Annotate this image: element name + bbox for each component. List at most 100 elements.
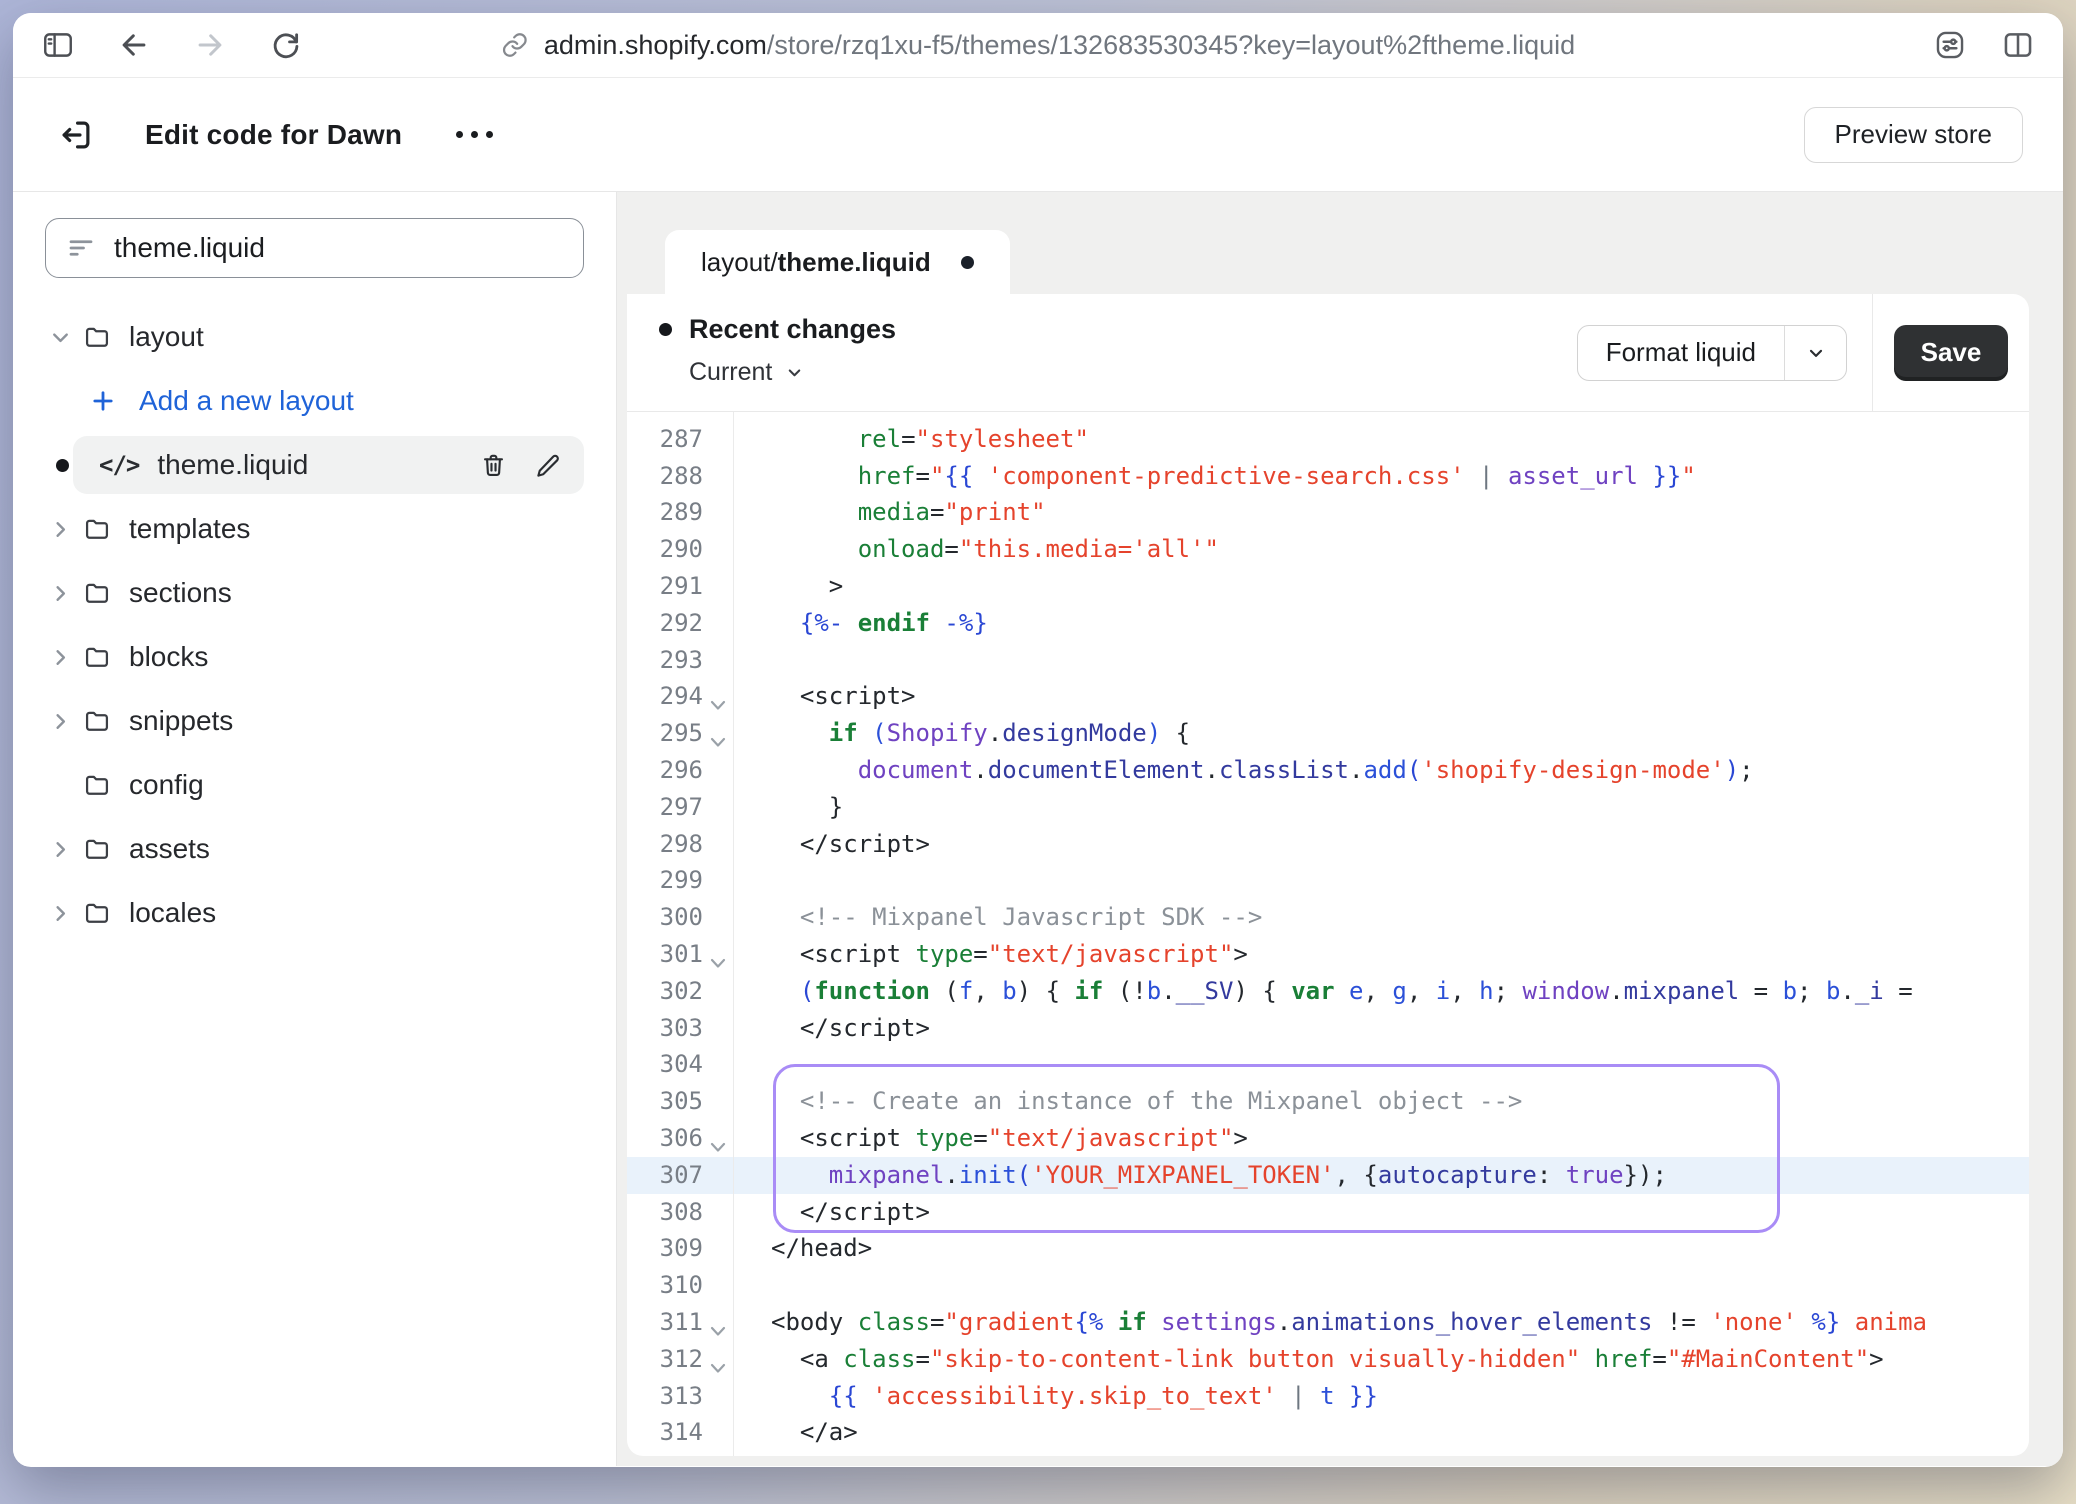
line-number[interactable]: 302 — [627, 973, 733, 1010]
address-bar[interactable]: admin.shopify.com/store/rzq1xu-f5/themes… — [501, 30, 1575, 61]
code-line-290[interactable]: 290 onload="this.media='all'" — [627, 531, 2029, 568]
chevron-right-icon[interactable] — [45, 710, 83, 733]
code-line-312[interactable]: 312 <a class="skip-to-content-link butto… — [627, 1341, 2029, 1378]
fold-chevron-icon[interactable] — [710, 1326, 726, 1337]
code-line-292[interactable]: 292 {%- endif -%} — [627, 605, 2029, 642]
version-dropdown[interactable]: Current — [689, 358, 1577, 387]
code-line-304[interactable]: 304 — [627, 1046, 2029, 1083]
code-line-306[interactable]: 306 <script type="text/javascript"> — [627, 1120, 2029, 1157]
tree-item-assets[interactable]: assets — [45, 817, 584, 881]
tree-item-snippets[interactable]: snippets — [45, 689, 584, 753]
browser-settings-icon[interactable] — [1933, 28, 1967, 62]
line-number[interactable]: 300 — [627, 899, 733, 936]
fold-chevron-icon[interactable] — [710, 1363, 726, 1374]
code-line-303[interactable]: 303 </script> — [627, 1010, 2029, 1047]
line-number[interactable]: 310 — [627, 1267, 733, 1304]
code-line-287[interactable]: 287 rel="stylesheet" — [627, 421, 2029, 458]
code-line-307[interactable]: 307 mixpanel.init('YOUR_MIXPANEL_TOKEN',… — [627, 1157, 2029, 1194]
tree-item-config[interactable]: config — [45, 753, 584, 817]
line-number[interactable]: 314 — [627, 1414, 733, 1451]
line-number[interactable]: 291 — [627, 568, 733, 605]
line-number[interactable]: 293 — [627, 642, 733, 679]
split-view-icon[interactable] — [2001, 28, 2035, 62]
line-number[interactable]: 309 — [627, 1230, 733, 1267]
code-line-288[interactable]: 288 href="{{ 'component-predictive-searc… — [627, 458, 2029, 495]
chevron-right-icon[interactable] — [45, 646, 83, 669]
line-number[interactable]: 288 — [627, 458, 733, 495]
code-line-308[interactable]: 308 </script> — [627, 1194, 2029, 1231]
chevron-right-icon[interactable] — [45, 582, 83, 605]
chevron-down-icon[interactable] — [45, 326, 83, 349]
fold-chevron-icon[interactable] — [710, 700, 726, 711]
line-number[interactable]: 294 — [627, 678, 733, 715]
line-number[interactable]: 311 — [627, 1304, 733, 1341]
format-options-button[interactable] — [1784, 326, 1846, 380]
sidebar-toggle-icon[interactable] — [41, 28, 75, 62]
search-input[interactable] — [114, 232, 563, 264]
code-editor[interactable]: 286 <link287 rel="stylesheet"288 href="{… — [627, 412, 2029, 1456]
line-number[interactable]: 307 — [627, 1157, 733, 1194]
code-line-310[interactable]: 310 — [627, 1267, 2029, 1304]
pencil-icon[interactable] — [535, 452, 562, 479]
line-number[interactable]: 306 — [627, 1120, 733, 1157]
code-line-313[interactable]: 313 {{ 'accessibility.skip_to_text' | t … — [627, 1378, 2029, 1415]
line-number[interactable]: 286 — [627, 412, 733, 421]
chevron-right-icon[interactable] — [45, 902, 83, 925]
code-line-293[interactable]: 293 — [627, 642, 2029, 679]
chevron-right-icon[interactable] — [45, 518, 83, 541]
code-line-296[interactable]: 296 document.documentElement.classList.a… — [627, 752, 2029, 789]
reload-icon[interactable] — [269, 28, 303, 62]
tree-item-layout[interactable]: layout — [45, 305, 584, 369]
code-line-305[interactable]: 305 <!-- Create an instance of the Mixpa… — [627, 1083, 2029, 1120]
chevron-right-icon[interactable] — [45, 838, 83, 861]
file-search[interactable] — [45, 218, 584, 278]
preview-store-button[interactable]: Preview store — [1804, 107, 2024, 163]
line-number[interactable]: 312 — [627, 1341, 733, 1378]
more-actions-icon[interactable] — [446, 121, 503, 148]
back-icon[interactable] — [117, 28, 151, 62]
code-line-291[interactable]: 291 > — [627, 568, 2029, 605]
trash-icon[interactable] — [480, 452, 507, 479]
fold-chevron-icon[interactable] — [710, 1142, 726, 1153]
selected-file-row[interactable]: </>theme.liquid — [73, 436, 584, 494]
tree-item-theme-liquid[interactable]: </>theme.liquid — [45, 433, 584, 497]
code-line-302[interactable]: 302 (function (f, b) { if (!b.__SV) { va… — [627, 973, 2029, 1010]
code-line-311[interactable]: 311<body class="gradient{% if settings.a… — [627, 1304, 2029, 1341]
fold-chevron-icon[interactable] — [710, 737, 726, 748]
save-button[interactable]: Save — [1894, 325, 2009, 381]
line-number[interactable]: 297 — [627, 789, 733, 826]
tree-item-sections[interactable]: sections — [45, 561, 584, 625]
line-number[interactable]: 296 — [627, 752, 733, 789]
code-line-294[interactable]: 294 <script> — [627, 678, 2029, 715]
line-number[interactable]: 299 — [627, 862, 733, 899]
tree-item-add-a-new-layout[interactable]: Add a new layout — [45, 369, 584, 433]
code-line-289[interactable]: 289 media="print" — [627, 494, 2029, 531]
code-line-300[interactable]: 300 <!-- Mixpanel Javascript SDK --> — [627, 899, 2029, 936]
line-number[interactable]: 313 — [627, 1378, 733, 1415]
fold-chevron-icon[interactable] — [710, 958, 726, 969]
line-number[interactable]: 289 — [627, 494, 733, 531]
line-number[interactable]: 303 — [627, 1010, 733, 1047]
tree-item-blocks[interactable]: blocks — [45, 625, 584, 689]
format-liquid-button[interactable]: Format liquid — [1578, 326, 1784, 380]
line-number[interactable]: 292 — [627, 605, 733, 642]
line-number[interactable]: 305 — [627, 1083, 733, 1120]
line-number[interactable]: 295 — [627, 715, 733, 752]
exit-editor-icon[interactable] — [57, 116, 95, 154]
code-line-286[interactable]: 286 <link — [627, 412, 2029, 421]
line-number[interactable]: 298 — [627, 826, 733, 863]
line-number[interactable]: 308 — [627, 1194, 733, 1231]
line-number[interactable]: 290 — [627, 531, 733, 568]
tab-theme-liquid[interactable]: layout/theme.liquid — [665, 230, 1010, 295]
code-line-301[interactable]: 301 <script type="text/javascript"> — [627, 936, 2029, 973]
tree-item-templates[interactable]: templates — [45, 497, 584, 561]
code-line-314[interactable]: 314 </a> — [627, 1414, 2029, 1451]
tree-item-locales[interactable]: locales — [45, 881, 584, 945]
line-number[interactable]: 301 — [627, 936, 733, 973]
code-line-295[interactable]: 295 if (Shopify.designMode) { — [627, 715, 2029, 752]
line-number[interactable]: 287 — [627, 421, 733, 458]
forward-icon[interactable] — [193, 28, 227, 62]
code-line-298[interactable]: 298 </script> — [627, 826, 2029, 863]
code-line-297[interactable]: 297 } — [627, 789, 2029, 826]
line-number[interactable]: 304 — [627, 1046, 733, 1083]
